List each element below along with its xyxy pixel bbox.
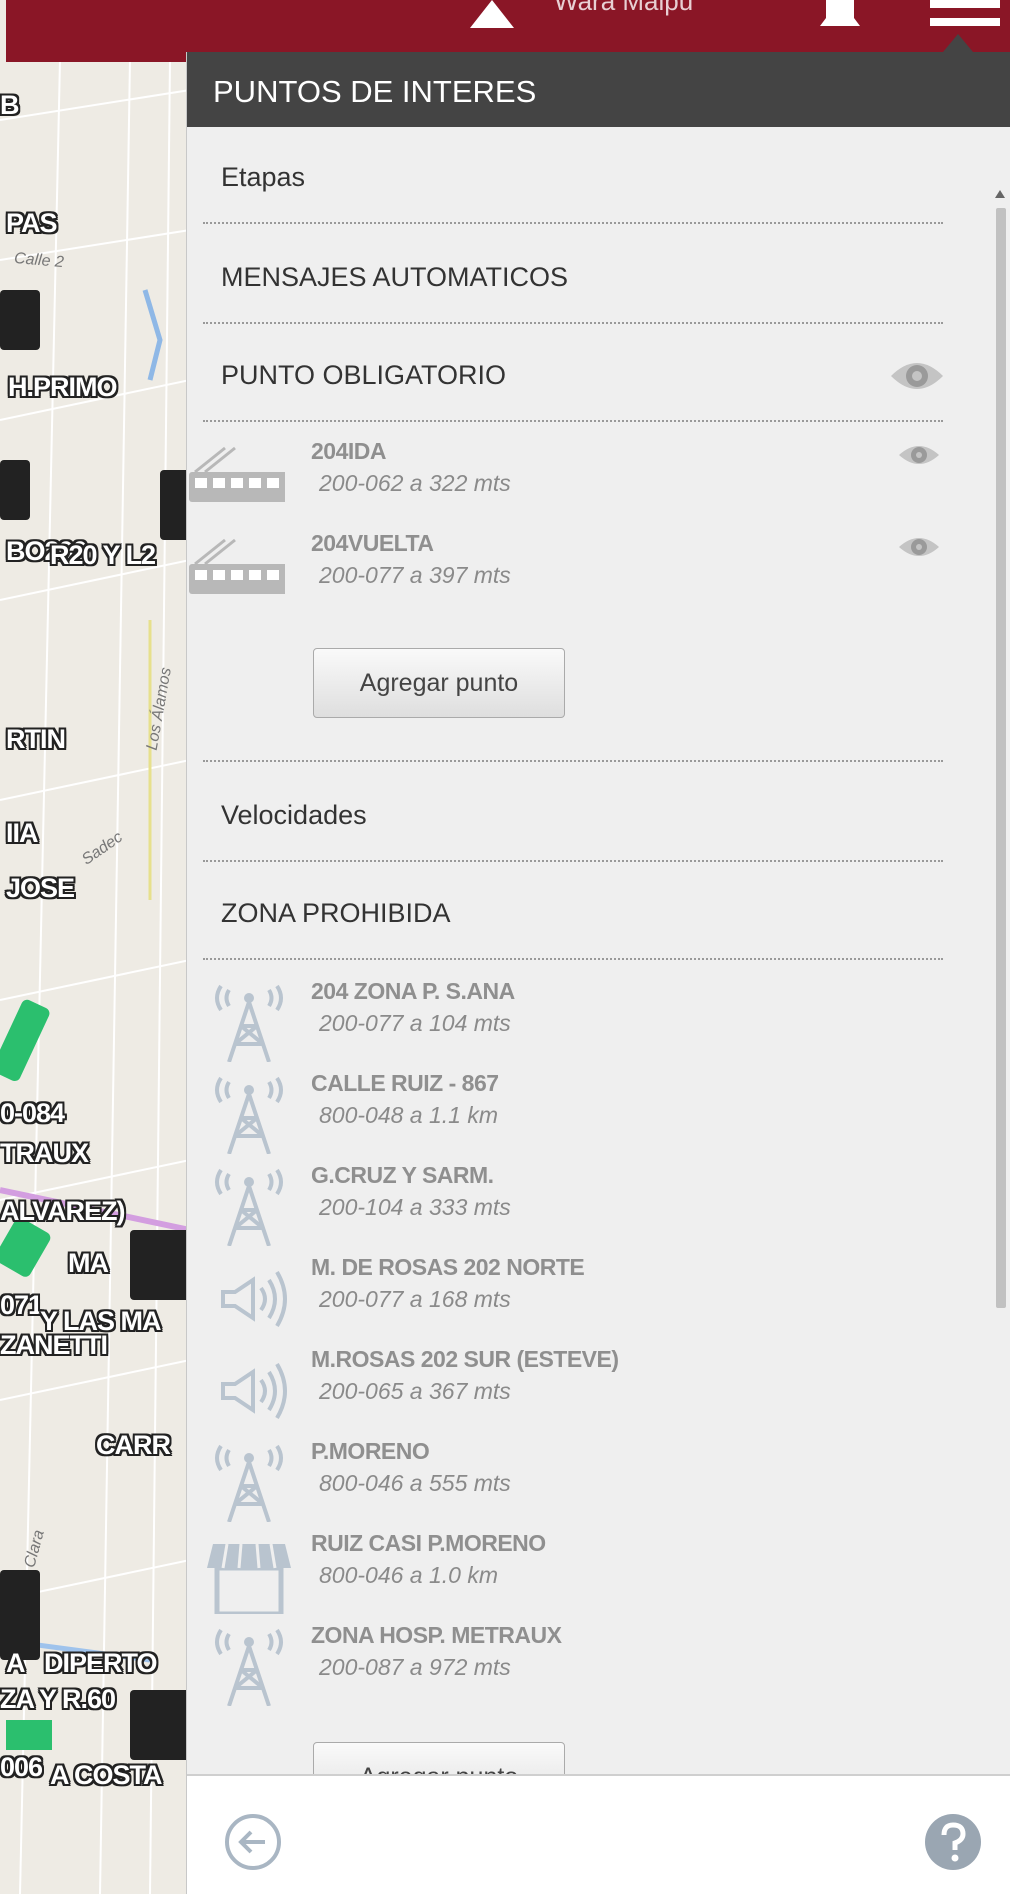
back-arrow-icon[interactable] bbox=[223, 1812, 283, 1872]
map-label: CARR bbox=[96, 1430, 171, 1460]
section-etapas[interactable]: Etapas bbox=[221, 162, 305, 193]
list-item[interactable]: 204 ZONA P. S.ANA 200-077 a 104 mts bbox=[187, 976, 987, 1066]
item-title: P.MORENO bbox=[311, 1438, 430, 1464]
list-item[interactable]: RUIZ CASI P.MORENO 800-046 a 1.0 km bbox=[187, 1528, 987, 1618]
section-zona-prohibida[interactable]: ZONA PROHIBIDA bbox=[221, 898, 451, 929]
app-title: Wara Maipu bbox=[554, 0, 694, 16]
item-subtitle: 200-065 a 367 mts bbox=[319, 1378, 511, 1404]
map-label: TRAUX bbox=[0, 1138, 89, 1168]
map-label: A COSTA bbox=[50, 1760, 162, 1790]
scrollbar-thumb bbox=[996, 208, 1006, 1308]
hamburger-menu-icon[interactable] bbox=[930, 0, 1000, 30]
antenna-icon bbox=[215, 1444, 283, 1522]
map-label: A bbox=[6, 1648, 25, 1678]
bell-icon[interactable] bbox=[812, 0, 868, 30]
antenna-icon bbox=[215, 1628, 283, 1706]
speaker-icon bbox=[221, 1270, 287, 1328]
divider bbox=[203, 860, 943, 862]
list-item[interactable]: M. DE ROSAS 202 NORTE 200-077 a 168 mts bbox=[187, 1252, 987, 1342]
list-item[interactable]: 204VUELTA 200-077 a 397 mts bbox=[187, 528, 987, 618]
add-point-button[interactable]: Agregar punto bbox=[313, 648, 565, 718]
item-title: G.CRUZ Y SARM. bbox=[311, 1162, 494, 1188]
section-mensajes-automaticos[interactable]: MENSAJES AUTOMATICOS bbox=[221, 262, 568, 293]
item-title: M. DE ROSAS 202 NORTE bbox=[311, 1254, 585, 1280]
list-item[interactable]: CALLE RUIZ - 867 800-048 a 1.1 km bbox=[187, 1068, 987, 1158]
map-label: RTIN bbox=[6, 724, 66, 754]
store-icon bbox=[207, 1543, 291, 1614]
eye-icon[interactable] bbox=[887, 354, 947, 398]
item-subtitle: 200-062 a 322 mts bbox=[319, 470, 511, 496]
divider bbox=[203, 958, 943, 960]
divider bbox=[203, 322, 943, 324]
bus-icon bbox=[189, 446, 285, 502]
item-title: 204IDA bbox=[311, 438, 386, 464]
help-icon[interactable] bbox=[923, 1812, 983, 1872]
map-label: JOSE bbox=[6, 873, 75, 903]
item-subtitle: 200-077 a 397 mts bbox=[319, 562, 511, 588]
antenna-icon bbox=[215, 1076, 283, 1154]
item-subtitle: 200-087 a 972 mts bbox=[319, 1654, 511, 1680]
item-subtitle: 200-077 a 168 mts bbox=[319, 1286, 511, 1312]
item-title: CALLE RUIZ - 867 bbox=[311, 1070, 499, 1096]
map-label: ALVAREZ) bbox=[0, 1196, 125, 1226]
section-velocidades[interactable]: Velocidades bbox=[221, 800, 367, 831]
item-title: RUIZ CASI P.MORENO bbox=[311, 1530, 546, 1556]
menu-caret bbox=[943, 34, 973, 52]
map-label: B bbox=[0, 90, 19, 120]
map-label: 006 bbox=[0, 1752, 43, 1782]
item-title: 204 ZONA P. S.ANA bbox=[311, 978, 515, 1004]
map-label: ZA Y R.60 bbox=[0, 1684, 116, 1714]
bus-icon bbox=[189, 538, 285, 594]
item-subtitle: 800-046 a 1.0 km bbox=[319, 1562, 499, 1588]
map-label: PAS bbox=[6, 208, 58, 238]
list-item[interactable]: 204IDA 200-062 a 322 mts bbox=[187, 436, 987, 526]
speaker-icon bbox=[221, 1362, 287, 1420]
section-punto-obligatorio[interactable]: PUNTO OBLIGATORIO bbox=[221, 360, 506, 391]
map-label: 071 bbox=[0, 1290, 43, 1320]
antenna-icon bbox=[215, 1168, 283, 1246]
map-label: MA bbox=[68, 1248, 109, 1278]
antenna-icon bbox=[215, 984, 283, 1062]
eye-icon[interactable] bbox=[897, 532, 941, 562]
eye-icon[interactable] bbox=[897, 440, 941, 470]
divider bbox=[203, 222, 943, 224]
item-title: 204VUELTA bbox=[311, 530, 434, 556]
item-subtitle: 800-048 a 1.1 km bbox=[319, 1102, 499, 1128]
divider bbox=[203, 420, 943, 422]
user-icon[interactable] bbox=[462, 0, 522, 30]
panel-header: PUNTOS DE INTERES bbox=[187, 52, 1010, 127]
scrollbar[interactable] bbox=[993, 152, 1007, 1856]
item-subtitle: 800-046 a 555 mts bbox=[319, 1470, 511, 1496]
map-label: H.PRIMO bbox=[8, 372, 118, 402]
map-label: 0-084 bbox=[0, 1098, 65, 1128]
list-item[interactable]: M.ROSAS 202 SUR (ESTEVE) 200-065 a 367 m… bbox=[187, 1344, 987, 1434]
item-subtitle: 200-077 a 104 mts bbox=[319, 1010, 511, 1036]
list-item[interactable]: G.CRUZ Y SARM. 200-104 a 333 mts bbox=[187, 1160, 987, 1250]
map-label: R20 Y L2 bbox=[50, 540, 156, 570]
panel-footer bbox=[187, 1774, 1010, 1896]
map-label: ZANETTI bbox=[0, 1330, 108, 1360]
points-of-interest-panel: PUNTOS DE INTERES Etapas MENSAJES AUTOMA… bbox=[186, 52, 1010, 1896]
divider bbox=[203, 760, 943, 762]
item-title: M.ROSAS 202 SUR (ESTEVE) bbox=[311, 1346, 619, 1372]
map-label: IIA bbox=[6, 818, 39, 848]
item-subtitle: 200-104 a 333 mts bbox=[319, 1194, 511, 1220]
item-title: ZONA HOSP. METRAUX bbox=[311, 1622, 562, 1648]
map-label: DIPERTO bbox=[44, 1648, 158, 1678]
list-item[interactable]: P.MORENO 800-046 a 555 mts bbox=[187, 1436, 987, 1526]
list-item[interactable]: ZONA HOSP. METRAUX 200-087 a 972 mts bbox=[187, 1620, 987, 1710]
